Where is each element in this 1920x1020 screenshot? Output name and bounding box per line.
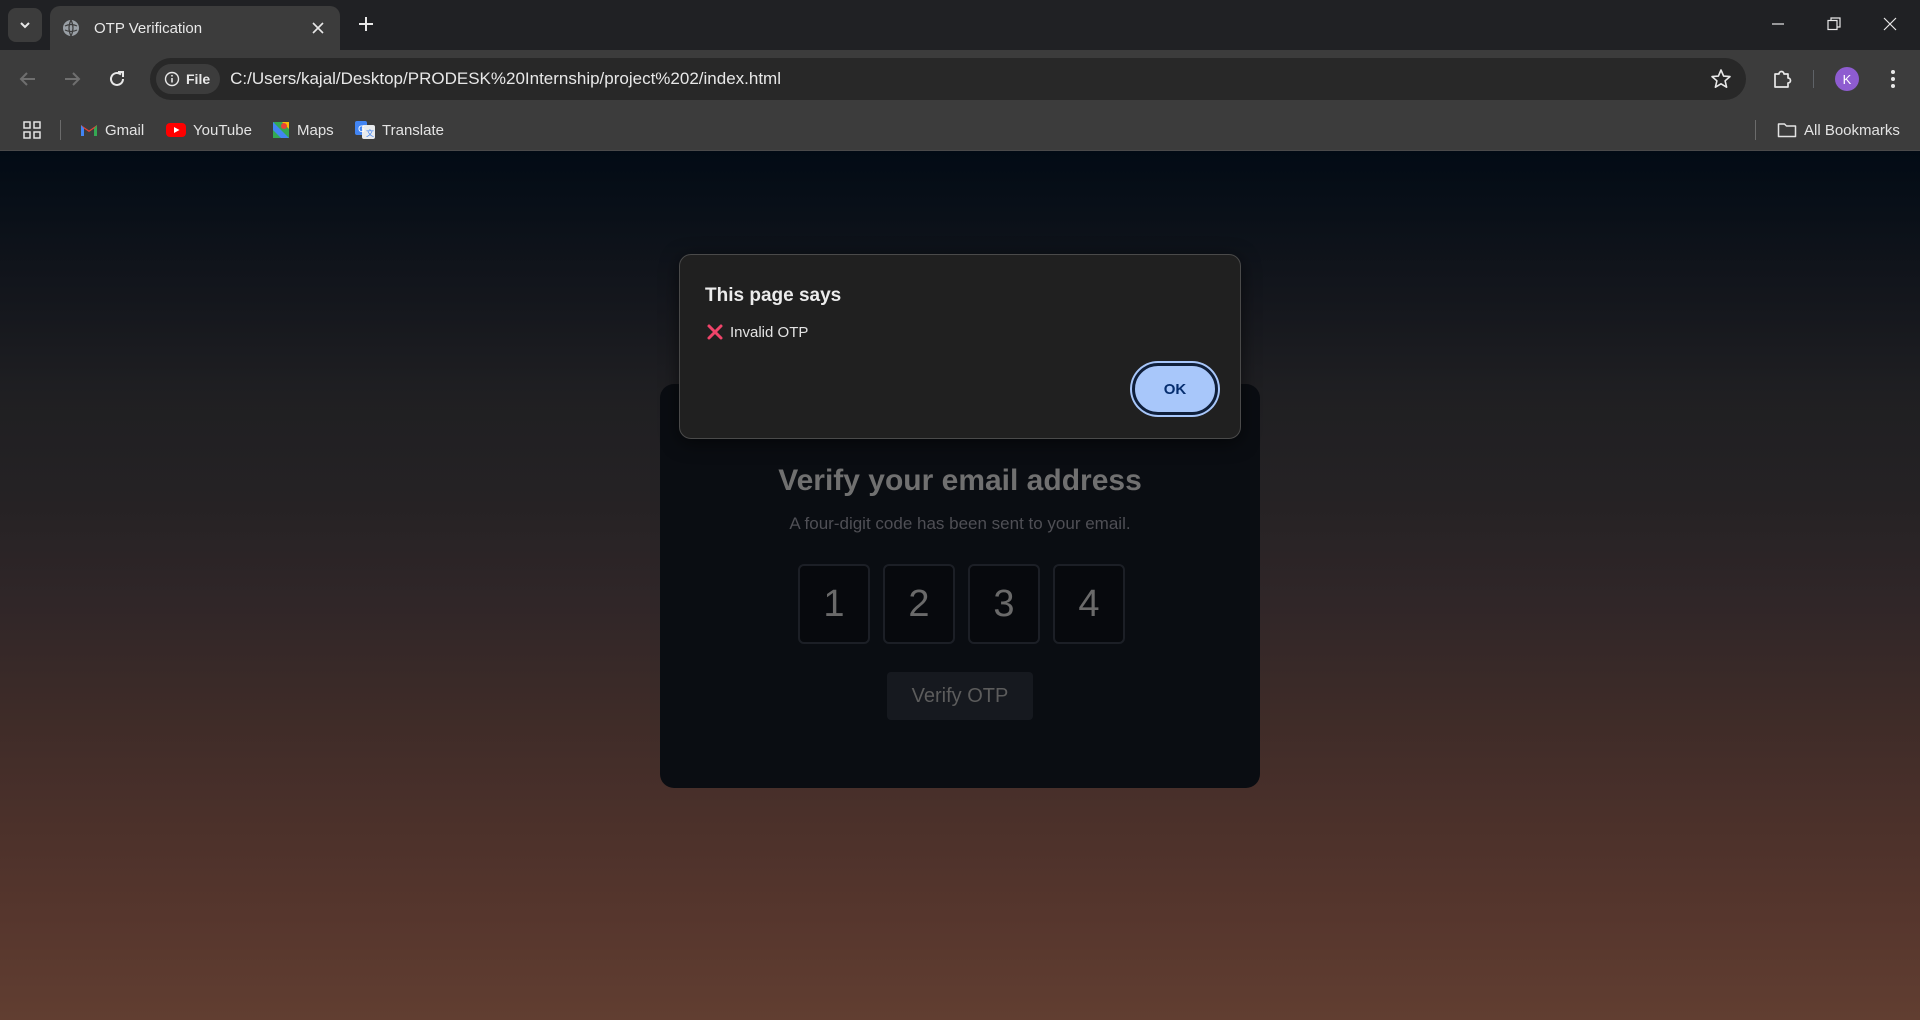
bookmark-translate[interactable]: G文 Translate — [355, 119, 444, 141]
site-info-chip[interactable]: File — [156, 64, 221, 94]
dialog-message-text: Invalid OTP — [730, 323, 809, 341]
all-bookmarks-label: All Bookmarks — [1804, 121, 1900, 139]
translate-icon: G文 — [355, 121, 375, 139]
bookmarks-divider — [1755, 120, 1756, 140]
chevron-down-icon — [20, 22, 30, 29]
cross-mark-icon — [707, 324, 723, 340]
puzzle-icon — [1774, 70, 1792, 88]
dialog-title: This page says — [705, 285, 842, 306]
bookmark-label: Gmail — [105, 121, 145, 139]
svg-text:G: G — [358, 125, 365, 135]
tab-strip: OTP Verification — [0, 0, 1920, 50]
window-close-button[interactable] — [1862, 0, 1918, 48]
more-vertical-icon — [1891, 70, 1895, 88]
tab-search-button[interactable] — [8, 8, 42, 42]
folder-icon — [1777, 123, 1797, 138]
plus-icon — [359, 17, 373, 31]
maps-icon — [273, 122, 289, 138]
globe-icon — [63, 19, 79, 37]
youtube-icon — [166, 123, 186, 137]
url-text[interactable]: C:/Users/kajal/Desktop/PRODESK%20Interns… — [230, 69, 781, 89]
info-icon — [164, 71, 180, 87]
address-bar[interactable]: File C:/Users/kajal/Desktop/PRODESK%20In… — [150, 58, 1746, 100]
arrow-left-icon — [19, 72, 35, 86]
toolbar-divider — [1813, 70, 1814, 88]
back-button[interactable] — [14, 65, 42, 93]
tab-close-icon[interactable] — [308, 18, 328, 38]
card-subtitle: A four-digit code has been sent to your … — [789, 514, 1131, 533]
forward-button[interactable] — [58, 65, 86, 93]
close-icon — [1883, 17, 1897, 31]
tab-active[interactable]: OTP Verification — [50, 6, 340, 50]
bookmark-maps[interactable]: Maps — [272, 119, 334, 141]
extensions-button[interactable] — [1768, 65, 1796, 93]
card-title: Verify your email address — [778, 464, 1142, 497]
bookmarks-bar: Gmail YouTube Maps G文 Translate All Book… — [0, 108, 1920, 151]
apps-button[interactable] — [22, 119, 42, 141]
bookmark-label: Translate — [382, 121, 444, 139]
profile-button[interactable]: K — [1833, 65, 1861, 93]
apps-grid-icon — [23, 121, 41, 139]
bookmark-label: YouTube — [193, 121, 252, 139]
otp-digit-3[interactable]: 3 — [968, 564, 1040, 644]
reload-button[interactable] — [103, 65, 131, 93]
verify-otp-button[interactable]: Verify OTP — [887, 672, 1033, 720]
ok-button[interactable]: OK — [1132, 363, 1218, 415]
minimize-button[interactable] — [1750, 0, 1806, 48]
otp-digit-1[interactable]: 1 — [798, 564, 870, 644]
tab-title: OTP Verification — [94, 19, 203, 37]
restore-button[interactable] — [1806, 0, 1862, 48]
bookmarks-divider — [60, 120, 61, 140]
avatar: K — [1835, 67, 1859, 91]
site-info-label: File — [186, 71, 211, 87]
new-tab-button[interactable] — [354, 12, 378, 36]
arrow-right-icon — [65, 72, 81, 86]
otp-digit-4[interactable]: 4 — [1053, 564, 1125, 644]
dialog-message: Invalid OTP — [706, 323, 808, 341]
bookmark-gmail[interactable]: Gmail — [80, 119, 144, 141]
otp-digit-2[interactable]: 2 — [883, 564, 955, 644]
menu-button[interactable] — [1879, 65, 1907, 93]
browser-toolbar: File C:/Users/kajal/Desktop/PRODESK%20In… — [0, 50, 1920, 108]
svg-text:文: 文 — [366, 128, 374, 138]
otp-input-group: 1 2 3 4 — [798, 564, 1125, 644]
all-bookmarks-button[interactable]: All Bookmarks — [1777, 119, 1900, 141]
star-icon[interactable] — [1710, 68, 1732, 90]
restore-icon — [1827, 17, 1841, 31]
bookmark-label: Maps — [297, 121, 334, 139]
page-content: Verify your email address A four-digit c… — [0, 151, 1920, 1020]
bookmark-youtube[interactable]: YouTube — [166, 119, 252, 141]
reload-icon — [110, 71, 124, 86]
alert-dialog: This page says Invalid OTP OK — [679, 254, 1241, 439]
gmail-icon — [81, 125, 97, 136]
otp-card: Verify your email address A four-digit c… — [660, 384, 1260, 788]
minimize-icon — [1772, 23, 1784, 25]
